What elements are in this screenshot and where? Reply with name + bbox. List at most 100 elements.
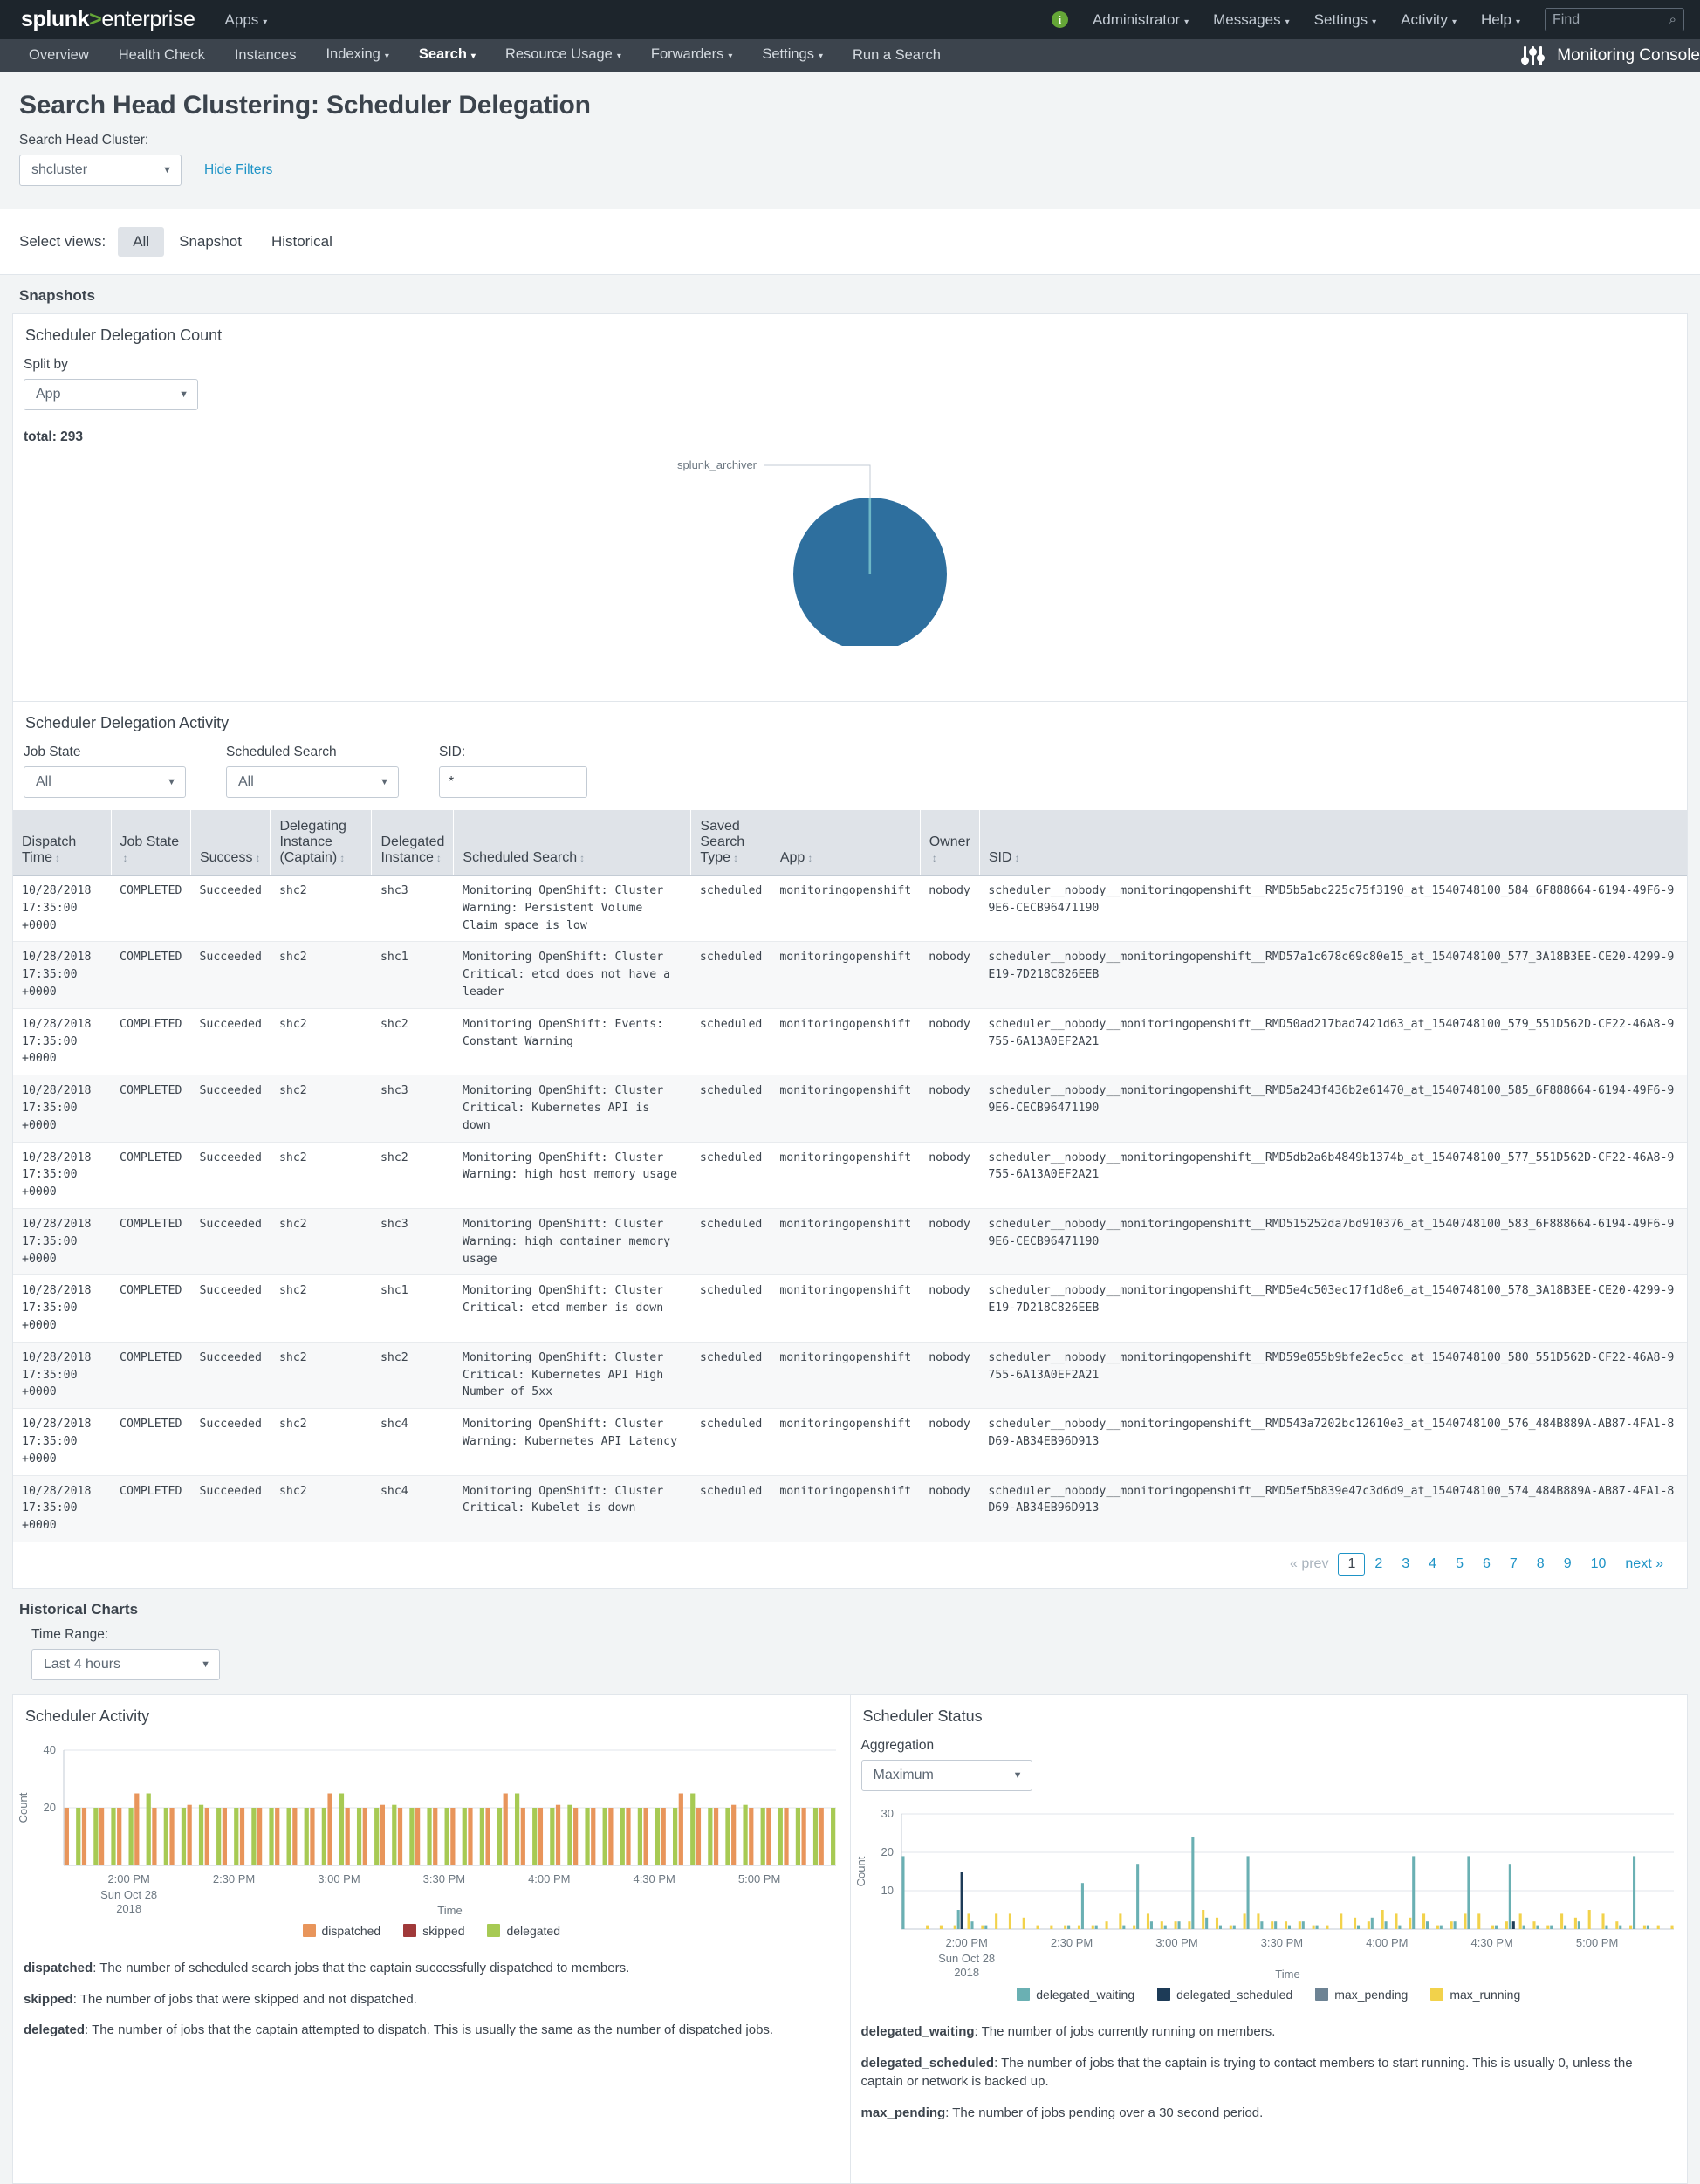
col-sid[interactable]: SID ↕ [979, 810, 1687, 876]
search-head-cluster-select[interactable]: shcluster ▼ [19, 155, 182, 186]
job-state-cell: COMPLETED [111, 941, 191, 1009]
nav-item-search[interactable]: Search ▾ [404, 38, 490, 72]
nav-item-health-check[interactable]: Health Check [104, 39, 220, 72]
chevron-down-icon: ▾ [1285, 17, 1290, 27]
pagination-page-1[interactable]: 1 [1338, 1552, 1366, 1576]
svg-text:40: 40 [44, 1743, 56, 1756]
legend-item-dispatched[interactable]: dispatched [302, 1924, 380, 1938]
table-row[interactable]: 10/28/2018 17:35:00 +0000 COMPLETED Succee… [13, 1142, 1687, 1209]
aggregation-label: Aggregation [860, 1737, 935, 1753]
job-state-cell: COMPLETED [111, 1408, 191, 1476]
view-tab-historical[interactable]: Historical [257, 227, 347, 257]
sort-icon: ↕ [255, 852, 261, 864]
job-state-label: Job State [24, 745, 81, 759]
table-row[interactable]: 10/28/2018 17:35:00 +0000 COMPLETED Succee… [13, 941, 1687, 1009]
scheduler-status-chart[interactable]: 10 20 30 2:00 PM Sun Oct 28 2018 2:30 PM 3:00 P… [851, 1791, 1688, 1984]
legend-item-skipped[interactable]: skipped [403, 1924, 464, 1938]
pagination-page-7[interactable]: 7 [1500, 1553, 1527, 1576]
splunk-logo[interactable]: splunk > enterprise [21, 7, 195, 32]
col-success[interactable]: Success ↕ [190, 810, 271, 876]
pagination-prev[interactable]: « prev [1280, 1553, 1338, 1576]
job-state-cell: COMPLETED [111, 1342, 191, 1410]
table-row[interactable]: 10/28/2018 17:35:00 +0000 COMPLETED Succee… [13, 875, 1687, 943]
svg-text:30: 30 [881, 1807, 893, 1820]
pagination-page-6[interactable]: 6 [1473, 1553, 1500, 1576]
pagination-page-2[interactable]: 2 [1365, 1553, 1392, 1576]
col-dispatch-time[interactable]: Dispatch Time ↕ [13, 810, 112, 876]
legend-label-max-running: max_running [1450, 1987, 1521, 2002]
nav-item-resource-usage[interactable]: Resource Usage ▾ [490, 38, 636, 72]
time-range-select[interactable]: Last 4 hours ▼ [31, 1648, 220, 1680]
delegated-instance-cell: shc4 [371, 1408, 454, 1476]
activity-menu[interactable]: Activity ▾ [1401, 11, 1457, 29]
legend-item-delegated-scheduled[interactable]: delegated_scheduled [1157, 1988, 1292, 2002]
sid-input[interactable]: * [439, 766, 587, 798]
pagination: « prev 1 2 3 4 5 6 7 8 9 10 next » [13, 1542, 1687, 1588]
table-row[interactable]: 10/28/2018 17:35:00 +0000 COMPLETED Succee… [13, 1075, 1687, 1143]
table-row[interactable]: 10/28/2018 17:35:00 +0000 COMPLETED Succee… [13, 1342, 1687, 1410]
pagination-page-9[interactable]: 9 [1554, 1553, 1581, 1576]
col-delegated-instance[interactable]: Delegated Instance ↕ [371, 810, 455, 876]
app-cell: monitoringopenshift [771, 1008, 921, 1076]
table-row[interactable]: 10/28/2018 17:35:00 +0000 COMPLETED Succee… [13, 1274, 1687, 1343]
split-by-select[interactable]: App ▼ [24, 379, 198, 410]
job-state-select[interactable]: All ▼ [24, 766, 186, 798]
nav-item-instances[interactable]: Instances [220, 39, 312, 72]
pagination-next[interactable]: next » [1615, 1553, 1673, 1576]
col-job-state[interactable]: Job State ↕ [111, 810, 191, 876]
app-cell: monitoringopenshift [771, 1408, 921, 1476]
view-tab-snapshot[interactable]: Snapshot [164, 227, 257, 257]
scheduler-activity-chart[interactable]: 20 40 2:00 PM Sun Oct 28 2018 2:30 PM 3:00 PM 3… [13, 1729, 850, 1920]
hide-filters-link[interactable]: Hide Filters [204, 162, 272, 178]
scheduled-search-select[interactable]: All ▼ [226, 766, 399, 798]
desc-term-delegated: delegated [24, 2023, 86, 2038]
nav-item-forwarders[interactable]: Forwarders ▾ [636, 38, 747, 72]
apps-menu[interactable]: Apps ▾ [225, 11, 268, 29]
legend-label-skipped: skipped [422, 1923, 465, 1938]
administrator-menu[interactable]: Administrator ▾ [1093, 11, 1189, 29]
col-owner[interactable]: Owner ↕ [920, 810, 980, 876]
legend-item-delegated[interactable]: delegated [487, 1924, 560, 1938]
legend-item-max-running[interactable]: max_running [1430, 1988, 1520, 2002]
pagination-page-4[interactable]: 4 [1419, 1553, 1446, 1576]
pagination-page-8[interactable]: 8 [1527, 1553, 1554, 1576]
find-input[interactable]: Find ⌕ [1545, 8, 1684, 31]
settings-menu[interactable]: Settings ▾ [1314, 11, 1376, 29]
nav-item-indexing[interactable]: Indexing ▾ [311, 38, 403, 72]
info-icon[interactable]: i [1051, 11, 1068, 28]
pagination-page-3[interactable]: 3 [1392, 1553, 1419, 1576]
view-tab-all[interactable]: All [118, 227, 165, 257]
pie-slice-splunk-archiver[interactable] [868, 498, 872, 574]
col-scheduled-search[interactable]: Scheduled Search ↕ [453, 810, 692, 876]
delegation-pie-chart[interactable]: splunk_archiver monitoringopenshift [13, 445, 1687, 707]
col-delegating-instance[interactable]: Delegating Instance (Captain) ↕ [270, 810, 373, 876]
desc-text-delegated-waiting: : The number of jobs currently running o… [974, 2023, 1276, 2039]
nav-item-overview[interactable]: Overview [14, 39, 104, 72]
pagination-page-10[interactable]: 10 [1581, 1553, 1616, 1576]
table-row[interactable]: 10/28/2018 17:35:00 +0000 COMPLETED Succee… [13, 1475, 1687, 1542]
owner-cell: nobody [920, 1475, 980, 1542]
col-saved-search-type[interactable]: Saved Search Type ↕ [690, 810, 771, 876]
legend-item-max-pending[interactable]: max_pending [1315, 1988, 1408, 2002]
col-app[interactable]: App ↕ [771, 810, 921, 876]
delegated-instance-cell: shc3 [371, 1075, 454, 1143]
help-menu[interactable]: Help ▾ [1481, 11, 1520, 29]
legend-swatch-skipped [403, 1924, 417, 1938]
col-label: Delegated Instance [380, 834, 445, 865]
saved-search-type-cell: scheduled [690, 1342, 771, 1410]
table-row[interactable]: 10/28/2018 17:35:00 +0000 COMPLETED Succee… [13, 1408, 1687, 1476]
dispatch-time-cell: 10/28/2018 17:35:00 +0000 [13, 1408, 111, 1476]
scheduled-search-cell: Monitoring OpenShift: Cluster Warning: P… [453, 875, 691, 943]
aggregation-select[interactable]: Maximum ▼ [860, 1759, 1032, 1791]
time-range-filter: Time Range: Last 4 hours ▼ [0, 1627, 1700, 1694]
table-row[interactable]: 10/28/2018 17:35:00 +0000 COMPLETED Succee… [13, 1008, 1687, 1076]
chevron-down-icon: ▼ [1012, 1769, 1023, 1781]
pagination-page-5[interactable]: 5 [1446, 1553, 1473, 1576]
table-row[interactable]: 10/28/2018 17:35:00 +0000 COMPLETED Succee… [13, 1208, 1687, 1276]
legend-item-delegated-waiting[interactable]: delegated_waiting [1017, 1988, 1134, 2002]
desc-text-skipped: : The number of jobs that were skipped a… [72, 1991, 417, 2007]
nav-item-run-a-search[interactable]: Run a Search [838, 39, 956, 72]
legend-swatch-delegated-scheduled [1157, 1988, 1171, 2002]
nav-item-settings[interactable]: Settings ▾ [747, 38, 838, 72]
messages-menu[interactable]: Messages ▾ [1213, 11, 1290, 29]
